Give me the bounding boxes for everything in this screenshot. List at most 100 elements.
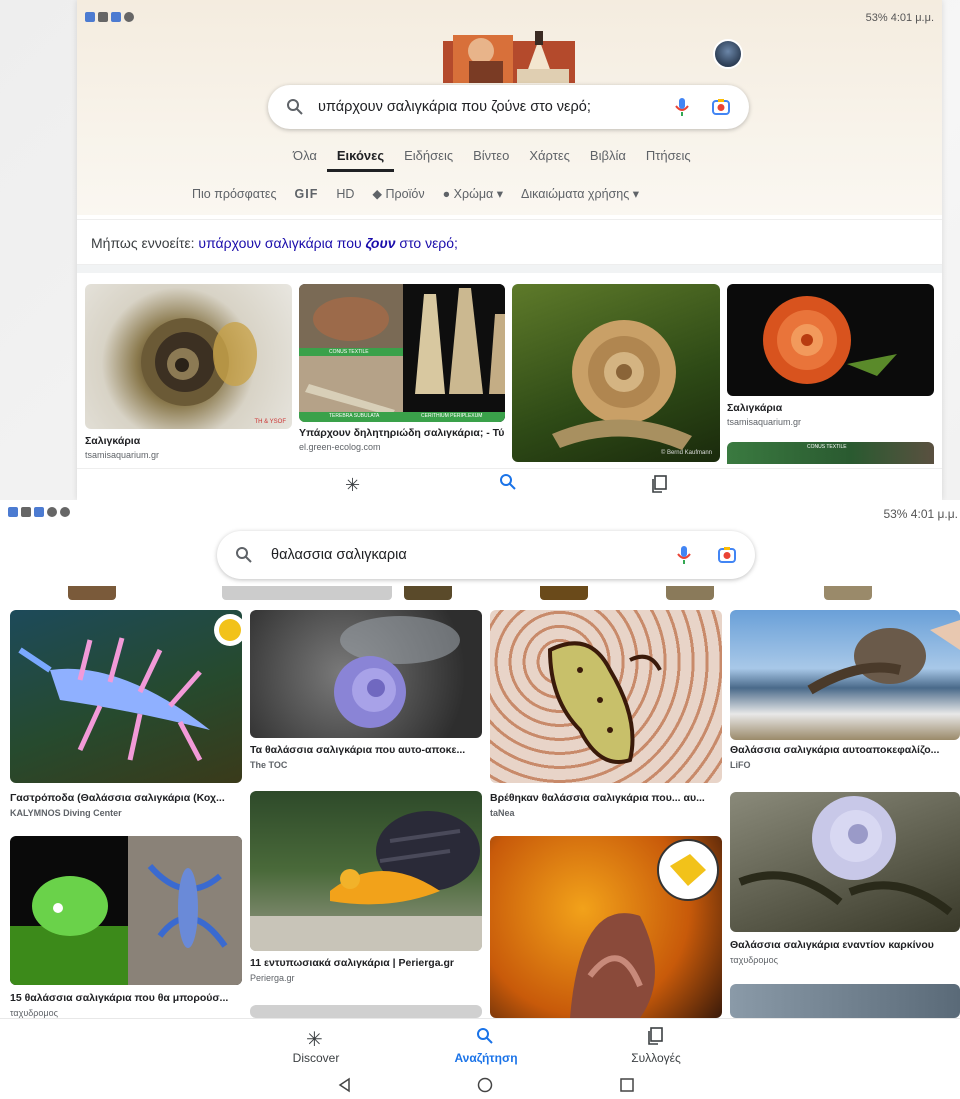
result-thumbnail[interactable]: CONUS TEXTILE [727, 442, 934, 464]
tab-flights[interactable]: Πτήσεις [636, 148, 701, 172]
nav-discover[interactable]: Discover [266, 1051, 366, 1065]
collections-icon[interactable] [652, 475, 668, 493]
image-badge: TH & YSOF [254, 419, 286, 425]
filter-color-label: Χρώμα [453, 187, 494, 201]
image-result[interactable]: Τα θαλάσσια σαλιγκάρια που αυτο-αποκε...… [250, 610, 482, 780]
tab-news[interactable]: Ειδήσεις [394, 148, 463, 172]
filter-product[interactable]: ◆ Προϊόν [372, 186, 424, 201]
filter-rights[interactable]: Δικαιώματα χρήσης ▾ [521, 186, 639, 201]
status-icon [98, 12, 108, 22]
result-title[interactable]: Γαστρόποδα (Θαλάσσια σαλιγκάρια (Κοχ... [10, 792, 242, 804]
result-thumbnail[interactable] [10, 836, 242, 985]
search-bar[interactable]: υπάρχουν σαλιγκάρια που ζούνε στο νερό; [268, 85, 749, 129]
result-title[interactable]: Υπάρχουν δηλητηριώδη σαλιγκάρια; - Τύ... [299, 427, 505, 439]
image-result[interactable]: 11 εντυπωσιακά σαλιγκάρια | Perierga.gr … [250, 791, 482, 991]
suggestion-part: στο νερό; [399, 235, 458, 251]
search-bar[interactable]: θαλασσια σαλιγκαρια [217, 531, 755, 579]
divider [77, 265, 942, 273]
result-source: tsamisaquarium.gr [727, 417, 802, 427]
filter-recent[interactable]: Πιο πρόσφατες [192, 187, 277, 201]
search-icon[interactable] [499, 473, 517, 491]
result-thumbnail-strip[interactable] [824, 586, 872, 600]
image-result[interactable]: © Bernd Kaufmann [512, 284, 720, 464]
result-title[interactable]: 15 θαλάσσια σαλιγκάρια που θα μπορούσ... [10, 992, 242, 1004]
result-title[interactable]: 11 εντυπωσιακά σαλιγκάρια | Perierga.gr [250, 957, 482, 969]
tab-all[interactable]: Όλα [283, 148, 327, 172]
lens-icon[interactable] [717, 545, 737, 565]
result-thumbnail[interactable]: CONUS TEXTILE TEREBRA SUBULATA CERITHIUM… [299, 284, 505, 422]
result-title[interactable]: Τα θαλάσσια σαλιγκάρια που αυτο-αποκε... [250, 744, 482, 756]
image-result[interactable]: Βρέθηκαν θαλάσσια σαλιγκάρια που... αυ..… [490, 610, 722, 825]
did-you-mean: Μήπως εννοείτε: υπάρχουν σαλιγκάρια που … [77, 219, 942, 265]
filter-color[interactable]: ● Χρώμα ▾ [443, 186, 503, 201]
result-thumbnail-strip[interactable] [222, 586, 392, 600]
result-thumbnail[interactable] [730, 984, 960, 1018]
lens-icon[interactable] [711, 97, 731, 117]
filter-gif[interactable]: GIF [295, 187, 319, 201]
result-thumbnail[interactable]: © Bernd Kaufmann [512, 284, 720, 462]
result-thumbnail-strip[interactable] [540, 586, 588, 600]
image-credit: © Bernd Kaufmann [660, 450, 712, 456]
filter-chips: Πιο πρόσφατες GIF HD ◆ Προϊόν ● Χρώμα ▾ … [192, 186, 639, 202]
status-icon [85, 12, 95, 22]
result-title[interactable]: Σαλιγκάρια [85, 435, 292, 447]
image-result[interactable]: 15 θαλάσσια σαλιγκάρια που θα μπορούσ...… [10, 836, 242, 1018]
result-thumbnail[interactable] [730, 610, 960, 740]
result-source: LiFO [730, 760, 751, 770]
result-title[interactable]: Θαλάσσια σαλιγκάρια αυτοαποκεφαλίζο... [730, 744, 960, 756]
avatar[interactable] [713, 39, 743, 69]
suggestion-correction: ζουν [365, 235, 396, 251]
collections-icon[interactable] [648, 1027, 664, 1045]
result-thumbnail-strip[interactable] [68, 586, 116, 600]
search-icon[interactable] [476, 1027, 494, 1045]
home-icon[interactable] [477, 1077, 493, 1093]
status-icon [124, 12, 134, 22]
result-thumbnail[interactable] [490, 610, 722, 783]
result-thumbnail-strip[interactable] [404, 586, 452, 600]
tab-videos[interactable]: Βίντεο [463, 148, 519, 172]
result-thumbnail[interactable]: TH & YSOF [85, 284, 292, 429]
image-result[interactable]: Σαλιγκάρια tsamisaquarium.gr CONUS TEXTI… [727, 284, 934, 464]
result-thumbnail[interactable] [727, 284, 934, 396]
image-result[interactable]: Θαλάσσια σαλιγκάρια αυτοαποκεφαλίζο... L… [730, 610, 960, 780]
status-icon [60, 507, 70, 517]
filter-hd[interactable]: HD [336, 187, 354, 201]
asterisk-icon[interactable]: ✳ [306, 1027, 323, 1052]
result-thumbnail[interactable] [490, 836, 722, 1018]
did-you-mean-link[interactable]: υπάρχουν σαλιγκάρια που ζουν στο νερό; [198, 235, 458, 251]
back-icon[interactable] [337, 1077, 353, 1093]
nav-collections[interactable]: Συλλογές [606, 1051, 706, 1065]
search-input[interactable]: θαλασσια σαλιγκαρια [271, 547, 677, 563]
image-result[interactable]: Θαλάσσια σαλιγκάρια εναντίον καρκίνου τα… [730, 792, 960, 972]
result-title[interactable]: Θαλάσσια σαλιγκάρια εναντίον καρκίνου [730, 939, 960, 951]
result-thumbnail[interactable] [250, 1005, 482, 1018]
image-result[interactable]: TH & YSOF Σαλιγκάρια tsamisaquarium.gr [85, 284, 292, 464]
recents-icon[interactable] [619, 1077, 635, 1093]
status-icon [21, 507, 31, 517]
result-source: KALYMNOS Diving Center [10, 808, 122, 818]
mic-icon[interactable] [677, 545, 691, 565]
result-title[interactable]: Βρέθηκαν θαλάσσια σαλιγκάρια που... αυ..… [490, 792, 722, 804]
nav-search[interactable]: Αναζήτηση [436, 1051, 536, 1065]
result-source: Perierga.gr [250, 973, 295, 983]
image-result[interactable] [490, 836, 722, 1018]
result-thumbnail[interactable] [250, 610, 482, 738]
search-icon [286, 98, 304, 116]
result-title[interactable]: Σαλιγκάρια [727, 402, 782, 414]
image-result[interactable]: CONUS TEXTILE TEREBRA SUBULATA CERITHIUM… [299, 284, 505, 464]
google-doodle[interactable] [443, 31, 575, 83]
tab-images[interactable]: Εικόνες [326, 148, 395, 172]
tab-books[interactable]: Βιβλία [580, 148, 636, 172]
asterisk-icon[interactable]: ✳ [345, 475, 360, 496]
result-thumbnail[interactable] [730, 792, 960, 932]
search-tabs: Όλα Εικόνες Ειδήσεις Βίντεο Χάρτες Βιβλί… [283, 148, 701, 172]
tag-icon: ◆ [372, 187, 383, 201]
result-thumbnail[interactable] [250, 791, 482, 951]
search-input[interactable]: υπάρχουν σαλιγκάρια που ζούνε στο νερό; [318, 99, 675, 115]
result-thumbnail[interactable] [10, 610, 242, 783]
result-thumbnail-strip[interactable] [666, 586, 714, 600]
image-result[interactable]: Γαστρόποδα (Θαλάσσια σαλιγκάρια (Κοχ... … [10, 610, 242, 830]
tab-maps[interactable]: Χάρτες [519, 148, 580, 172]
mic-icon[interactable] [675, 97, 689, 117]
image-label: CONUS TEXTILE [329, 349, 369, 355]
